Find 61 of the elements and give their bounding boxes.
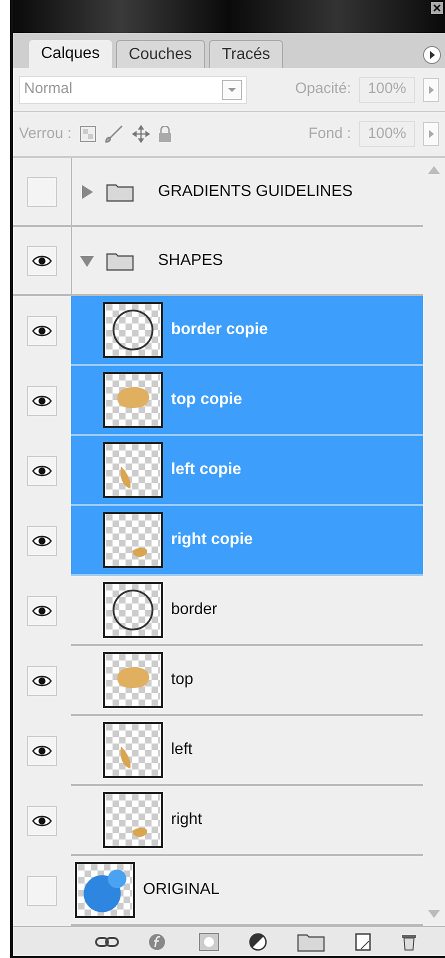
eye-icon: [32, 254, 52, 266]
collapse-triangle-icon[interactable]: [80, 254, 94, 268]
layer-name: border: [171, 600, 218, 620]
folder-icon: [106, 182, 134, 202]
layer-thumbnail: [103, 652, 163, 708]
trash-icon[interactable]: [401, 932, 417, 950]
layer-thumbnail: [103, 302, 163, 358]
visibility-toggle[interactable]: [27, 526, 57, 556]
brush-icon[interactable]: [104, 125, 124, 143]
visibility-toggle[interactable]: [27, 316, 57, 346]
visibility-toggle[interactable]: [27, 666, 57, 696]
visibility-toggle[interactable]: [27, 876, 57, 906]
close-icon[interactable]: [431, 2, 443, 14]
move-icon[interactable]: [132, 125, 150, 143]
layer-name: left: [171, 740, 192, 760]
eye-icon: [32, 745, 52, 757]
eye-icon: [32, 395, 52, 407]
link-icon[interactable]: [95, 936, 119, 948]
fill-label: Fond :: [308, 124, 351, 144]
panel-menu-button[interactable]: [423, 46, 441, 64]
lock-label: Verrou :: [19, 124, 72, 144]
eye-icon: [32, 325, 52, 337]
layer-name: top copie: [171, 390, 242, 410]
layer-name: right copie: [171, 530, 253, 550]
layer-name: top: [171, 670, 194, 690]
new-layer-icon[interactable]: [355, 932, 371, 950]
panel-tab[interactable]: Couches: [116, 40, 205, 68]
layer-thumbnail: [103, 442, 163, 498]
layer-thumbnail: [103, 372, 163, 428]
folder-icon: [297, 932, 325, 952]
opacity-label: Opacité:: [295, 79, 351, 100]
visibility-toggle[interactable]: [27, 176, 57, 206]
layer-name: left copie: [171, 460, 242, 480]
layer-thumbnail: [103, 722, 163, 778]
eye-icon: [32, 535, 52, 547]
folder-icon: [106, 250, 134, 270]
panel-tab[interactable]: Calques: [29, 40, 112, 68]
visibility-toggle[interactable]: [27, 736, 57, 766]
layer-name: ORIGINAL: [143, 880, 220, 900]
visibility-toggle[interactable]: [27, 806, 57, 836]
layer-thumbnail: [103, 582, 163, 638]
eye-icon: [32, 675, 52, 687]
layer-name: border copie: [171, 320, 268, 340]
eye-icon: [32, 465, 52, 477]
layer-thumbnail: [103, 512, 163, 568]
layer-name: right: [171, 810, 202, 830]
group-name: GRADIENTS GUIDELINES: [158, 182, 353, 202]
visibility-toggle[interactable]: [27, 246, 57, 276]
visibility-toggle[interactable]: [27, 456, 57, 486]
layer-thumbnail: [75, 862, 135, 918]
visibility-toggle[interactable]: [27, 386, 57, 416]
group-name: SHAPES: [158, 250, 223, 270]
play-arrow-icon: [428, 51, 436, 59]
expand-triangle-icon[interactable]: [80, 184, 94, 198]
eye-icon: [32, 605, 52, 617]
panel-tab[interactable]: Tracés: [208, 40, 284, 68]
mask-icon[interactable]: [199, 932, 219, 950]
adjustment-layer-icon[interactable]: [249, 932, 267, 950]
visibility-toggle[interactable]: [27, 596, 57, 626]
eye-icon: [32, 815, 52, 827]
layer-thumbnail: [103, 792, 163, 848]
